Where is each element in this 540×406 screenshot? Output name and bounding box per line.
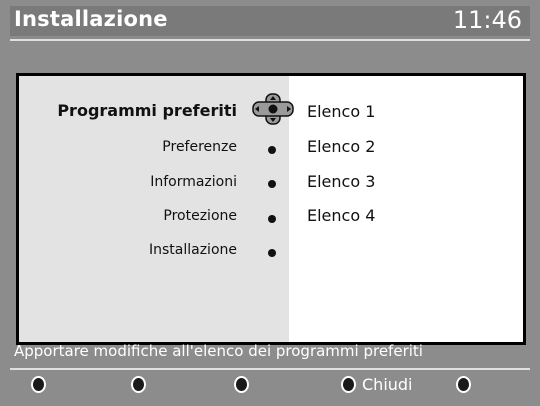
green-key-icon[interactable]	[131, 376, 146, 393]
menu-bullet-icon	[268, 180, 276, 188]
tv-menu-screen: Installazione 11:46 Programmi preferiti …	[0, 0, 540, 406]
menu-item-installazione[interactable]: Installazione	[149, 242, 237, 258]
color-key-bar: Chiudi	[0, 371, 540, 405]
menu-bullet-icon	[268, 146, 276, 154]
menu-item-programmi-preferiti[interactable]: Programmi preferiti	[57, 101, 237, 120]
menu-bullet-icon	[268, 215, 276, 223]
page-title: Installazione	[14, 7, 168, 31]
navigation-cursor-icon	[252, 93, 294, 125]
submenu-item-elenco-2[interactable]: Elenco 2	[307, 137, 375, 156]
yellow-key-icon[interactable]	[234, 376, 249, 393]
header-bar: Installazione 11:46	[10, 6, 530, 36]
menu-panel: Programmi preferiti Preferenze Informazi…	[16, 73, 526, 345]
clock: 11:46	[452, 6, 522, 34]
submenu-item-elenco-1[interactable]: Elenco 1	[307, 102, 375, 121]
submenu-item-elenco-3[interactable]: Elenco 3	[307, 172, 375, 191]
menu-item-preferenze[interactable]: Preferenze	[162, 139, 237, 155]
footer-divider	[10, 368, 530, 370]
status-help-text: Apportare modifiche all'elenco dei progr…	[14, 342, 423, 360]
menu-item-informazioni[interactable]: Informazioni	[150, 174, 237, 190]
menu-item-protezione[interactable]: Protezione	[163, 208, 237, 224]
menu-bullet-icon	[268, 249, 276, 257]
menu-key-icon[interactable]	[456, 376, 471, 393]
close-label[interactable]: Chiudi	[362, 375, 413, 394]
submenu-item-elenco-4[interactable]: Elenco 4	[307, 206, 375, 225]
header-divider	[10, 39, 530, 41]
blue-key-icon[interactable]	[341, 376, 356, 393]
red-key-icon[interactable]	[31, 376, 46, 393]
